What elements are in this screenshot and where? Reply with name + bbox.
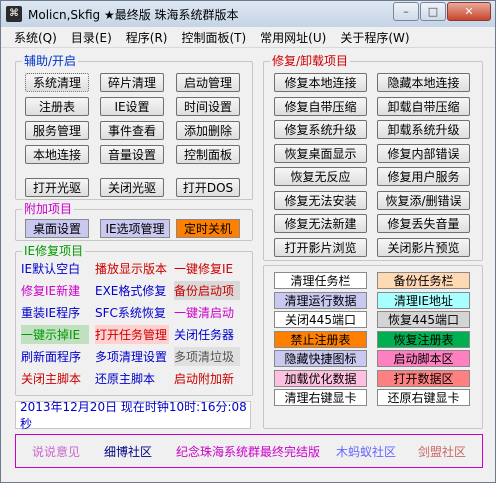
backup-taskbar-button[interactable]: 备份任务栏 (377, 272, 470, 289)
control-panel-button[interactable]: 控制面板 (176, 145, 240, 164)
hide-local-connection-button[interactable]: 隐藏本地连接 (377, 73, 470, 92)
menu-control-panel[interactable]: 控制面板(T) (174, 29, 253, 46)
time-settings-button[interactable]: 时间设置 (176, 97, 240, 116)
weibo-community-link[interactable]: 细博社区 (104, 443, 152, 460)
scheduled-shutdown-button[interactable]: 定时关机 (176, 219, 240, 238)
menu-about[interactable]: 关于程序(W) (333, 29, 416, 46)
menu-common-urls[interactable]: 常用网址(U) (253, 29, 333, 46)
close-task-manager-button[interactable]: 关闭任务器 (174, 325, 240, 344)
backup-startup-button[interactable]: 备份启动项 (174, 281, 240, 300)
clock-text: 2013年12月20日 现在时钟10时:16分:08秒 (20, 400, 247, 431)
system-clean-button[interactable]: 系统清理 (25, 73, 89, 92)
restore-desktop-display-button[interactable]: 恢复桌面显示 (274, 143, 367, 163)
restore-add-remove-error-button[interactable]: 恢复添/删错误 (377, 190, 470, 210)
local-connection-button[interactable]: 本地连接 (25, 145, 89, 164)
open-data-area-button[interactable]: 打开数据区 (377, 369, 470, 387)
clean-ie-address-button[interactable]: 清理IE地址 (377, 291, 470, 309)
window-title: Molicn,Skfig ★最终版 珠海系统群版本 (28, 7, 239, 22)
defrag-button[interactable]: 碎片清理 (100, 73, 164, 92)
open-dos-button[interactable]: 打开DOS (176, 178, 240, 197)
window-controls: – □ ✕ (392, 2, 491, 21)
sfc-restore-button[interactable]: SFC系统恢复 (95, 303, 169, 322)
clean-right-click-display-button[interactable]: 清理右键显卡 (274, 389, 367, 406)
fix-builtin-zip-button[interactable]: 修复自带压缩 (274, 96, 367, 116)
uninstall-system-update-button[interactable]: 卸载系统升级 (377, 120, 470, 139)
fix-system-update-button[interactable]: 修复系统升级 (274, 120, 367, 139)
menu-programs[interactable]: 程序(R) (119, 29, 175, 46)
close-video-preview-button[interactable]: 关闭影片预览 (377, 237, 470, 257)
restore-no-response-button[interactable]: 恢复无反应 (274, 167, 367, 186)
close-drive-button[interactable]: 关闭光驱 (100, 178, 164, 197)
memorial-link[interactable]: 纪念珠海系统群最终完结版 (176, 443, 320, 460)
restore-port-445-button[interactable]: 恢复445端口 (377, 311, 470, 328)
open-drive-button[interactable]: 打开光驱 (25, 178, 89, 197)
fix-user-services-button[interactable]: 修复用户服务 (377, 167, 470, 186)
community-links: 说说意见 细博社区 纪念珠海系统群最终完结版 木蚂蚁社区 剑盟社区 (15, 434, 483, 468)
registry-button[interactable]: 注册表 (25, 97, 89, 116)
ie-repair-group-title: IE修复项目 (24, 244, 84, 258)
hide-shortcut-icons-button[interactable]: 隐藏快捷图标 (274, 350, 367, 367)
restore-main-script-button[interactable]: 还原主脚本 (95, 369, 169, 388)
app-icon: ⌘ (6, 6, 22, 22)
load-optimization-data-button[interactable]: 加载优化数据 (274, 369, 367, 387)
one-click-fix-ie-button[interactable]: 一键修复IE (174, 259, 240, 278)
one-click-clear-startup-button[interactable]: 一键清启动 (174, 303, 240, 322)
clean-run-data-button[interactable]: 清理运行数据 (274, 291, 367, 309)
mumayi-community-link[interactable]: 木蚂蚁社区 (336, 443, 396, 460)
refresh-programs-button[interactable]: 刷新面程序 (21, 347, 89, 366)
maximize-button[interactable]: □ (420, 2, 446, 21)
clean-taskbar-button[interactable]: 清理任务栏 (274, 272, 367, 289)
title-bar[interactable]: ⌘ Molicn,Skfig ★最终版 珠海系统群版本 – □ ✕ (1, 1, 495, 27)
multi-clean-settings-button[interactable]: 多项清理设置 (95, 347, 169, 366)
add-remove-button[interactable]: 添加删除 (176, 121, 240, 140)
play-version-button[interactable]: 播放显示版本 (95, 259, 169, 278)
restore-right-click-display-button[interactable]: 还原右键显卡 (377, 389, 470, 406)
startup-script-area-button[interactable]: 启动脚本区 (377, 350, 470, 367)
close-port-445-button[interactable]: 关闭445端口 (274, 311, 367, 328)
close-button[interactable]: ✕ (447, 2, 491, 21)
fix-local-connection-button[interactable]: 修复本地连接 (274, 73, 367, 92)
main-window: ⌘ Molicn,Skfig ★最终版 珠海系统群版本 – □ ✕ 系统(Q) … (0, 0, 496, 483)
volume-settings-button[interactable]: 音量设置 (100, 145, 164, 164)
fix-missing-volume-button[interactable]: 修复丢失音量 (377, 214, 470, 233)
menu-system[interactable]: 系统(Q) (1, 29, 64, 46)
disable-registry-button[interactable]: 禁止注册表 (274, 330, 367, 348)
ie-options-button[interactable]: IE选项管理 (100, 219, 170, 238)
event-viewer-button[interactable]: 事件查看 (100, 121, 164, 140)
repair-group-title: 修复/卸载项目 (272, 54, 349, 68)
close-main-script-button[interactable]: 关闭主脚本 (21, 369, 89, 388)
feedback-link[interactable]: 说说意见 (32, 443, 80, 460)
open-task-manager-button[interactable]: 打开任务管理 (95, 325, 169, 344)
ie-blank-default-button[interactable]: IE默认空白 (21, 259, 89, 278)
services-button[interactable]: 服务管理 (25, 121, 89, 140)
one-click-remove-ie-button[interactable]: 一键示掉IE (21, 325, 89, 344)
fix-cannot-install-button[interactable]: 修复无法安装 (274, 190, 367, 210)
open-video-browse-button[interactable]: 打开影片浏览 (274, 237, 367, 257)
ie-settings-button[interactable]: IE设置 (100, 97, 164, 116)
startup-manager-button[interactable]: 启动管理 (176, 73, 240, 92)
assist-group-title: 辅助/开启 (24, 54, 77, 68)
fix-ie-new-button[interactable]: 修复IE新建 (21, 281, 89, 300)
fix-internal-error-button[interactable]: 修复内部错误 (377, 143, 470, 163)
uninstall-builtin-zip-button[interactable]: 卸载自带压缩 (377, 96, 470, 116)
addon-group-title: 附加项目 (24, 202, 73, 216)
menu-bar: 系统(Q) 目录(E) 程序(R) 控制面板(T) 常用网址(U) 关于程序(W… (1, 28, 495, 48)
fix-cannot-create-button[interactable]: 修复无法新建 (274, 214, 367, 233)
multi-clean-junk-button[interactable]: 多项清垃圾 (174, 347, 240, 366)
menu-directory[interactable]: 目录(E) (64, 29, 119, 46)
desktop-settings-button[interactable]: 桌面设置 (25, 219, 89, 238)
jianmeng-community-link[interactable]: 剑盟社区 (418, 443, 466, 460)
exe-format-fix-button[interactable]: EXE格式修复 (95, 281, 169, 300)
reinstall-ie-button[interactable]: 重装IE程序 (21, 303, 89, 322)
restore-registry-button[interactable]: 恢复注册表 (377, 330, 470, 348)
startup-addon-button[interactable]: 启动附加新 (174, 369, 240, 388)
clock-status: 2013年12月20日 现在时钟10时:16分:08秒 (15, 400, 251, 431)
minimize-button[interactable]: – (393, 2, 419, 21)
